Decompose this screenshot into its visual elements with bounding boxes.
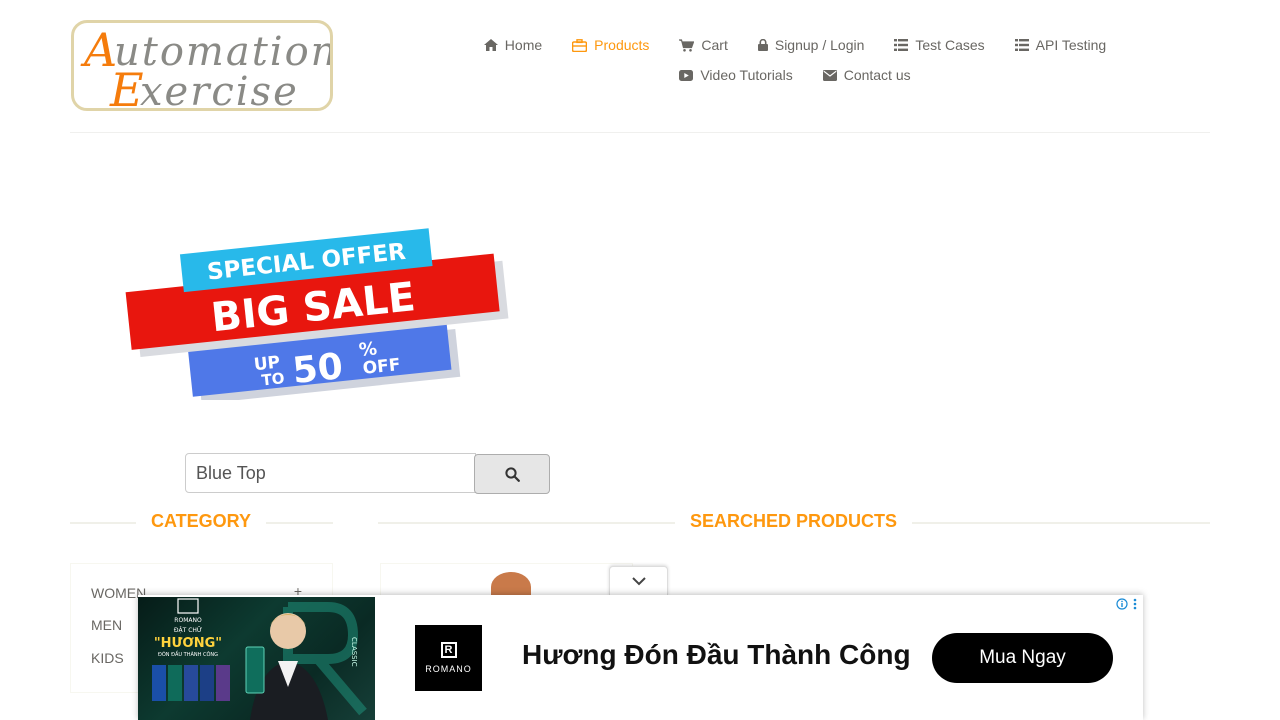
nav-contact-us[interactable]: Contact us <box>822 67 911 83</box>
chevron-down-icon <box>631 577 646 586</box>
nav-cart[interactable]: Cart <box>679 37 728 53</box>
header-divider <box>70 132 1210 133</box>
nav-signup-login-label: Signup / Login <box>774 37 865 53</box>
ad-headline[interactable]: Hương Đón Đầu Thành Công <box>522 639 911 671</box>
nav-home-label: Home <box>504 37 543 53</box>
ad-buy-now-button[interactable]: Mua Ngay <box>932 633 1113 683</box>
more-vertical-icon[interactable] <box>1133 598 1137 610</box>
site-logo[interactable]: A utomation E xercise <box>71 20 333 111</box>
nav-row-1: Home Products Cart Signup / Login Test C… <box>470 30 1120 60</box>
ad-image-side-text: CLASSIC <box>350 637 358 667</box>
nav-home[interactable]: Home <box>483 37 543 53</box>
cart-icon <box>679 38 695 52</box>
nav-video-tutorials[interactable]: Video Tutorials <box>679 67 793 83</box>
category-title: Category <box>136 511 267 532</box>
ad-controls <box>1116 598 1137 610</box>
ad-brand-name: ROMANO <box>425 664 472 674</box>
nav-signup-login[interactable]: Signup / Login <box>757 37 865 53</box>
nav-test-cases[interactable]: Test Cases <box>894 37 985 53</box>
nav-test-cases-label: Test Cases <box>915 37 985 53</box>
banner-to: TO <box>261 369 286 389</box>
banner-percent: 50 <box>291 346 345 392</box>
nav-contact-us-label: Contact us <box>843 67 911 83</box>
search-icon <box>504 466 520 482</box>
ad-image[interactable]: ROMANO ĐẬT CHỮ "HƯƠNG" ĐÓN ĐẦU THÀNH CÔN… <box>138 597 375 720</box>
nav-products[interactable]: Products <box>572 37 649 53</box>
search-button[interactable] <box>474 454 550 494</box>
ad-image-tag: ĐẬT CHỮ <box>174 627 202 634</box>
logo-letter-e: E <box>110 63 144 111</box>
category-men[interactable]: Men <box>91 617 122 633</box>
category-kids[interactable]: Kids <box>91 650 124 666</box>
home-icon <box>483 39 498 51</box>
main-nav: Home Products Cart Signup / Login Test C… <box>470 30 1120 90</box>
romano-logo-icon: R <box>440 642 457 658</box>
envelope-icon <box>822 69 837 81</box>
sale-banner: SPECIAL OFFER BIG SALE UP TO 50 % OFF <box>125 228 509 400</box>
page: A utomation E xercise Home Products Cart… <box>0 0 1280 720</box>
lock-icon <box>757 39 768 51</box>
ad-image-brand: ROMANO <box>174 617 202 624</box>
ad-banner[interactable]: ROMANO ĐẬT CHỮ "HƯƠNG" ĐÓN ĐẦU THÀNH CÔN… <box>138 595 1143 720</box>
youtube-play-icon <box>679 69 694 81</box>
searched-products-title: Searched Products <box>675 511 913 532</box>
ad-image-title: "HƯƠNG" <box>154 636 222 651</box>
ad-image-sub: ĐÓN ĐẦU THÀNH CÔNG <box>158 650 218 658</box>
ad-collapse-toggle[interactable] <box>609 566 668 596</box>
list-icon <box>1014 39 1029 51</box>
nav-products-label: Products <box>594 37 650 53</box>
list-icon <box>894 39 909 51</box>
info-icon[interactable] <box>1116 598 1128 610</box>
briefcase-icon <box>572 38 588 52</box>
logo-word-exercise: xercise <box>140 69 299 111</box>
nav-cart-label: Cart <box>701 37 728 53</box>
ad-brand-logo[interactable]: R ROMANO <box>415 625 482 691</box>
nav-api-testing-label: API Testing <box>1035 37 1107 53</box>
nav-api-testing[interactable]: API Testing <box>1014 37 1107 53</box>
ad-artwork: ROMANO ĐẬT CHỮ "HƯƠNG" ĐÓN ĐẦU THÀNH CÔN… <box>152 598 367 720</box>
nav-video-tutorials-label: Video Tutorials <box>700 67 793 83</box>
banner-off: OFF <box>362 355 402 379</box>
search-product-input[interactable] <box>185 453 476 493</box>
nav-row-2: Video Tutorials Contact us <box>470 60 1120 90</box>
